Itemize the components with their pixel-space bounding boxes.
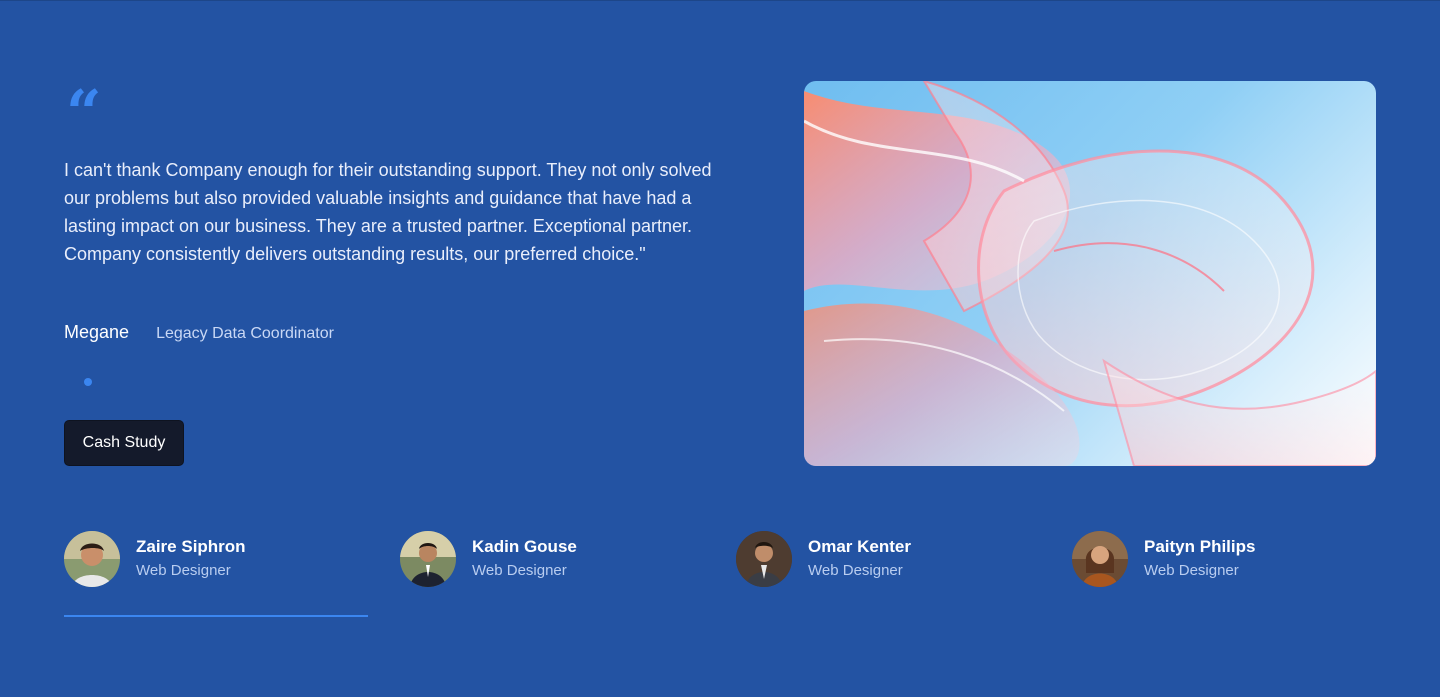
person-role: Web Designer xyxy=(808,562,903,579)
testimonial-quote: I can't thank Company enough for their o… xyxy=(64,160,712,264)
case-study-button[interactable]: Cash Study xyxy=(64,420,184,466)
avatar xyxy=(736,531,792,587)
people-list: Zaire Siphron Web Designer Kadin Gouse W… xyxy=(64,531,1408,591)
person-role: Web Designer xyxy=(472,562,567,579)
person-tab-zaire-siphron[interactable]: Zaire Siphron Web Designer xyxy=(64,531,364,587)
author-role: Legacy Data Coordinator xyxy=(156,325,334,342)
person-role: Web Designer xyxy=(136,562,231,579)
slider-dot[interactable] xyxy=(84,378,92,386)
person-name: Omar Kenter xyxy=(808,537,911,556)
author-name: Megane xyxy=(64,322,130,342)
person-name: Paityn Philips xyxy=(1144,537,1256,556)
active-tab-indicator xyxy=(64,615,368,617)
avatar xyxy=(64,531,120,587)
person-name: Zaire Siphron xyxy=(136,537,246,556)
quote-icon: “ xyxy=(66,82,98,122)
testimonial-author: Megane Legacy Data Coordinator xyxy=(64,322,334,343)
person-name: Kadin Gouse xyxy=(472,537,577,556)
person-tab-omar-kenter[interactable]: Omar Kenter Web Designer xyxy=(736,531,1036,587)
avatar xyxy=(400,531,456,587)
abstract-glass-ribbon-image xyxy=(804,81,1376,466)
person-tab-paityn-philips[interactable]: Paityn Philips Web Designer xyxy=(1072,531,1372,587)
person-role: Web Designer xyxy=(1144,562,1239,579)
person-tab-kadin-gouse[interactable]: Kadin Gouse Web Designer xyxy=(400,531,700,587)
avatar xyxy=(1072,531,1128,587)
hero-image xyxy=(804,81,1376,466)
